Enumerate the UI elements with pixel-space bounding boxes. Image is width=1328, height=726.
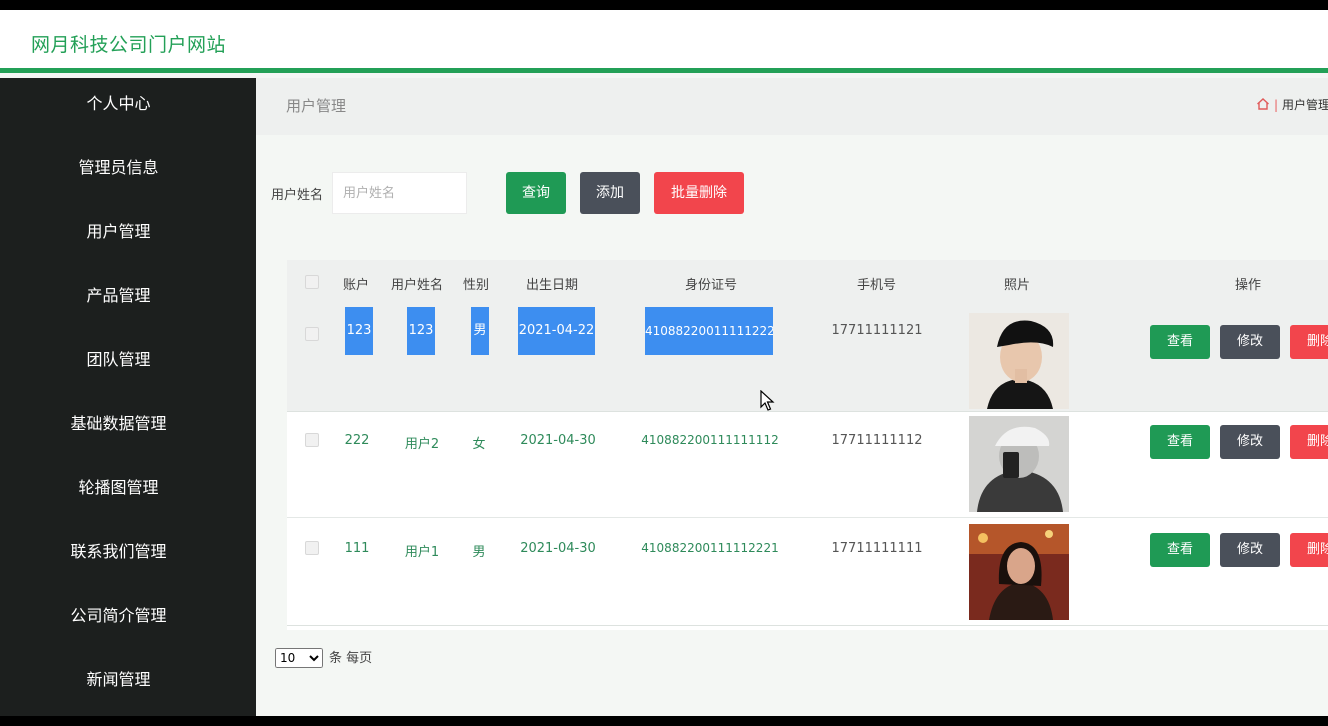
- cell-phone: 17711111112: [831, 433, 923, 448]
- column-header-name: 用户姓名: [391, 278, 444, 293]
- cell-name: 用户2: [404, 437, 440, 452]
- sidebar-item-news[interactable]: 新闻管理: [0, 660, 237, 700]
- sidebar-item-company-profile[interactable]: 公司简介管理: [0, 596, 237, 636]
- cell-idcard: 410882200111112222: [645, 307, 773, 355]
- user-photo: [969, 416, 1069, 512]
- delete-button[interactable]: 删除: [1290, 533, 1328, 567]
- page-title: 用户管理: [286, 97, 347, 115]
- sidebar-item-carousel[interactable]: 轮播图管理: [0, 468, 237, 508]
- breadcrumb-trail: | 用户管理: [1256, 96, 1328, 113]
- site-title: 网月科技公司门户网站: [31, 34, 227, 56]
- cell-name: 用户1: [404, 545, 440, 560]
- table-row: 111 用户1 男 2021-04-30 410882200111112221 …: [287, 518, 1328, 626]
- per-page-label: 条 每页: [329, 651, 373, 666]
- view-button[interactable]: 查看: [1150, 533, 1210, 567]
- table-header: 账户 用户姓名 性别 出生日期 身份证号 手机号 照片 操作: [287, 260, 1328, 302]
- sidebar-item-user-management[interactable]: 用户管理: [0, 212, 237, 252]
- row-checkbox[interactable]: [305, 327, 319, 341]
- cell-birth: 2021-04-30: [520, 433, 596, 448]
- table-row: 222 用户2 女 2021-04-30 410882200111111112 …: [287, 412, 1328, 518]
- cell-phone: 17711111111: [831, 541, 923, 556]
- row-checkbox[interactable]: [305, 433, 319, 447]
- column-header-idcard: 身份证号: [685, 278, 738, 293]
- column-header-birth: 出生日期: [526, 278, 579, 293]
- batch-delete-button[interactable]: 批量删除: [654, 172, 744, 214]
- select-all-checkbox[interactable]: [305, 275, 319, 289]
- cell-gender: 女: [472, 437, 486, 452]
- delete-button[interactable]: 删除: [1290, 425, 1328, 459]
- cell-account: 222: [344, 433, 370, 448]
- cell-name: 123: [407, 307, 435, 355]
- breadcrumb-current[interactable]: 用户管理: [1282, 98, 1328, 112]
- column-header-account: 账户: [343, 278, 370, 293]
- user-photo: [969, 313, 1069, 409]
- page-size-select[interactable]: 10: [275, 648, 323, 668]
- breadcrumb-separator: |: [1274, 98, 1279, 112]
- user-photo: [969, 524, 1069, 620]
- delete-button[interactable]: 删除: [1290, 325, 1328, 359]
- cell-birth: 2021-04-22: [518, 307, 595, 355]
- column-header-photo: 照片: [1004, 278, 1031, 293]
- mouse-cursor-icon: [760, 390, 775, 411]
- sidebar-item-admin-info[interactable]: 管理员信息: [0, 148, 237, 188]
- cell-account: 111: [344, 541, 370, 556]
- main-content: 用户管理 |用户管理 用户姓名 查询 添加 批量删除 账户 用户姓名 性别 出生…: [256, 78, 1328, 716]
- row-checkbox[interactable]: [305, 541, 319, 555]
- cell-gender: 男: [472, 545, 486, 560]
- table-row: 123 123 男 2021-04-22 410882200111112222 …: [287, 302, 1328, 412]
- edit-button[interactable]: 修改: [1220, 425, 1280, 459]
- add-button[interactable]: 添加: [580, 172, 640, 214]
- sidebar-item-contact-us[interactable]: 联系我们管理: [0, 532, 237, 572]
- pagination: 10 条 每页: [275, 647, 372, 668]
- column-header-gender: 性别: [463, 278, 490, 293]
- view-button[interactable]: 查看: [1150, 325, 1210, 359]
- cell-account: 123: [345, 307, 373, 355]
- search-input[interactable]: [332, 172, 467, 214]
- cell-idcard: 410882200111111112: [641, 433, 779, 447]
- sidebar-item-personal-center[interactable]: 个人中心: [0, 84, 237, 124]
- home-icon[interactable]: [1256, 97, 1270, 111]
- cell-birth: 2021-04-30: [520, 541, 596, 556]
- cell-gender: 男: [471, 307, 489, 355]
- column-header-actions: 操作: [1235, 278, 1262, 293]
- user-table: 账户 用户姓名 性别 出生日期 身份证号 手机号 照片 操作 123 123 男…: [287, 260, 1328, 630]
- search-label: 用户姓名: [271, 188, 324, 203]
- cell-phone: 17711111121: [831, 323, 923, 338]
- sidebar-item-team-management[interactable]: 团队管理: [0, 340, 237, 380]
- view-button[interactable]: 查看: [1150, 425, 1210, 459]
- edit-button[interactable]: 修改: [1220, 533, 1280, 567]
- sidebar: 个人中心 管理员信息 用户管理 产品管理 团队管理 基础数据管理 轮播图管理 联…: [0, 78, 256, 716]
- sidebar-item-base-data[interactable]: 基础数据管理: [0, 404, 237, 444]
- top-header: 网月科技公司门户网站: [0, 10, 1328, 73]
- column-header-phone: 手机号: [857, 278, 897, 293]
- edit-button[interactable]: 修改: [1220, 325, 1280, 359]
- query-button[interactable]: 查询: [506, 172, 566, 214]
- app-window: 网月科技公司门户网站 个人中心 管理员信息 用户管理 产品管理 团队管理 基础数…: [0, 10, 1328, 716]
- breadcrumb: 用户管理 | 用户管理: [256, 78, 1328, 135]
- cell-idcard: 410882200111112221: [641, 541, 779, 555]
- sidebar-item-product-management[interactable]: 产品管理: [0, 276, 237, 316]
